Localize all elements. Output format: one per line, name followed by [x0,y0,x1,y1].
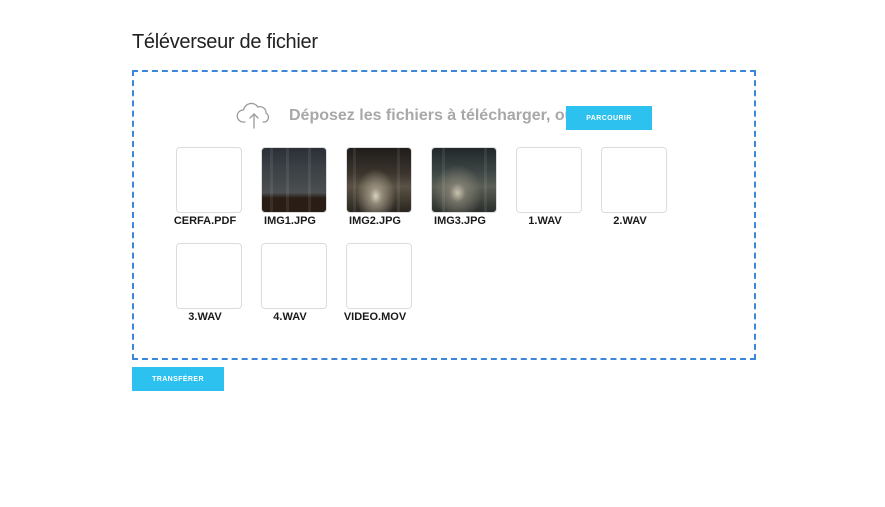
file-item[interactable]: IMG1.JPG [257,147,343,233]
file-item[interactable]: IMG3.JPG [427,147,513,233]
file-thumbnail [176,147,242,213]
file-name: IMG2.JPG [349,215,401,227]
file-thumbnail [346,243,412,309]
file-item[interactable]: 4.WAV [257,243,343,329]
page-title: Téléverseur de fichier [132,31,318,53]
file-name: VIDEO.MOV [343,311,407,323]
dropzone-prompt: Déposez les fichiers à télécharger, ou [289,107,575,124]
dropzone-header: Déposez les fichiers à télécharger, ou P… [134,102,754,136]
file-thumbnail [601,147,667,213]
image-thumbnail [431,147,497,213]
file-name: 2.WAV [613,215,647,227]
image-thumbnail [346,147,412,213]
browse-button[interactable]: PARCOURIR [566,106,652,130]
file-item[interactable]: VIDEO.MOV [342,243,428,329]
transfer-button[interactable]: TRANSFÉRER [132,367,224,391]
cloud-upload-icon [236,102,272,130]
file-item[interactable]: CERFA.PDF [172,147,258,233]
file-item[interactable]: 1.WAV [512,147,598,233]
file-thumbnail [516,147,582,213]
file-name: 4.WAV [273,311,307,323]
image-thumbnail [261,147,327,213]
file-name: IMG1.JPG [264,215,316,227]
file-item[interactable]: IMG2.JPG [342,147,428,233]
file-item[interactable]: 3.WAV [172,243,258,329]
file-thumbnail [261,243,327,309]
file-dropzone[interactable]: Déposez les fichiers à télécharger, ou P… [132,70,756,360]
file-name: 3.WAV [188,311,222,323]
file-name: IMG3.JPG [434,215,486,227]
file-item[interactable]: 2.WAV [597,147,683,233]
file-thumbnail [176,243,242,309]
file-name: 1.WAV [528,215,562,227]
file-name: CERFA.PDF [173,215,237,227]
